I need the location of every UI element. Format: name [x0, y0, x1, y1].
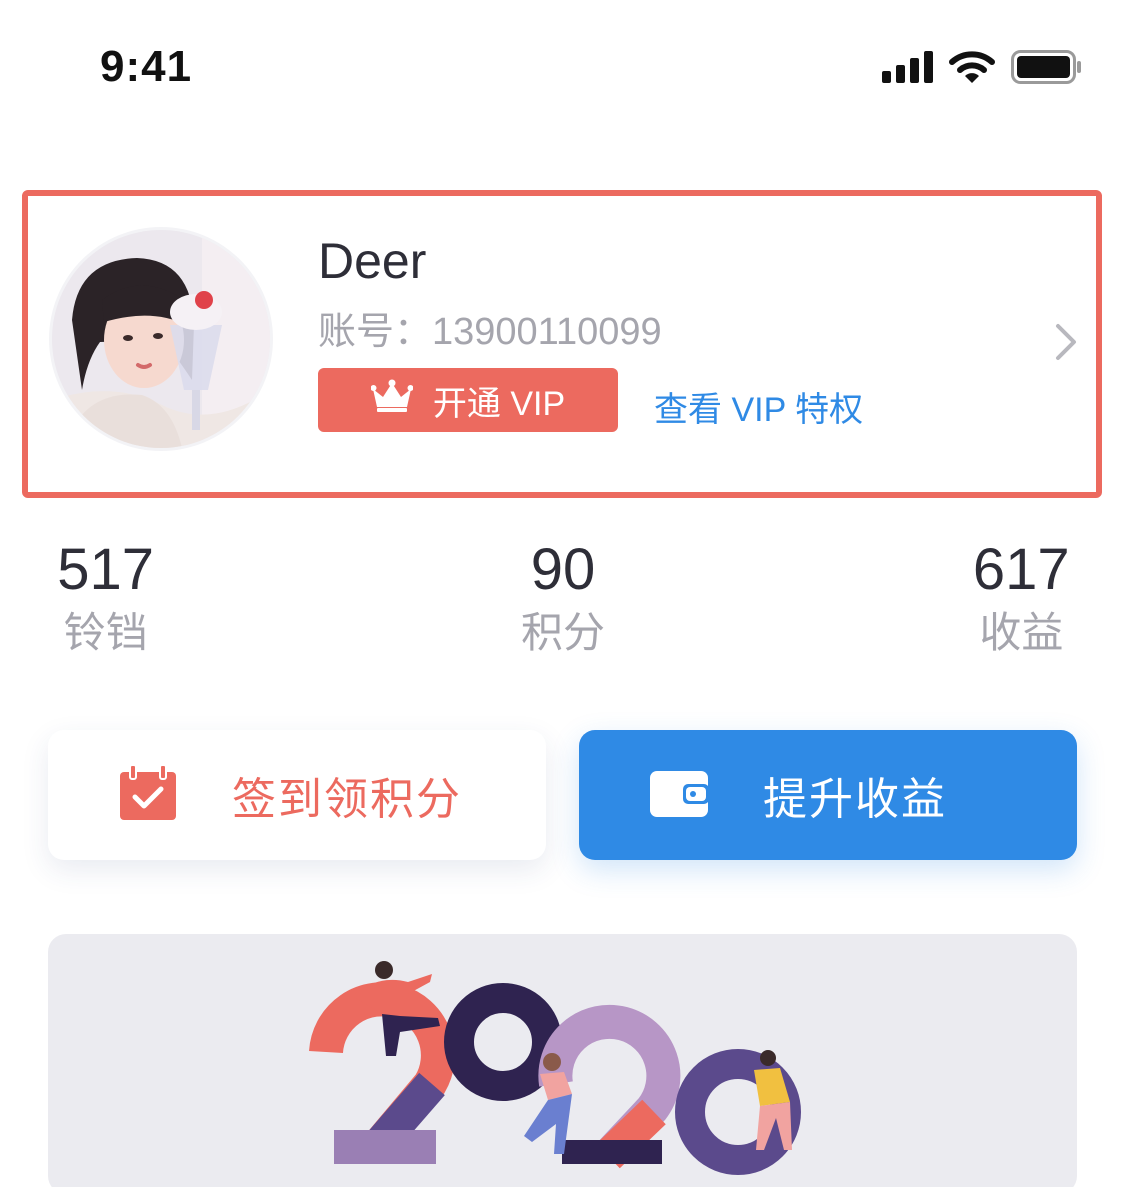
stat-points[interactable]: 90 积分	[391, 538, 734, 664]
banner-illustration	[309, 961, 801, 1175]
crown-icon	[370, 379, 414, 422]
increase-earnings-button[interactable]: 提升收益	[579, 730, 1077, 860]
stat-value: 517	[57, 537, 155, 602]
calendar-check-icon	[118, 764, 178, 826]
stat-label: 铃铛	[63, 608, 148, 657]
promo-banner-2020[interactable]	[48, 934, 1077, 1187]
stat-value: 90	[530, 537, 596, 602]
profile-card[interactable]: Deer 账号：13900110099 开通 VIP 查看 VIP 特权	[22, 190, 1102, 498]
cellular-signal-icon	[882, 51, 933, 83]
wallet-icon	[649, 767, 709, 823]
account-info: 账号：13900110099	[318, 300, 662, 355]
chevron-right-icon[interactable]	[1054, 322, 1078, 366]
stat-bells[interactable]: 517 铃铛	[0, 538, 277, 664]
open-vip-button[interactable]: 开通 VIP	[318, 368, 618, 432]
stats-row: 517 铃铛 90 积分 617 收益	[48, 538, 1078, 664]
checkin-label: 签到领积分	[232, 774, 462, 825]
stat-earnings[interactable]: 617 收益	[850, 538, 1125, 664]
open-vip-label: 开通 VIP	[432, 384, 566, 423]
stat-value: 617	[972, 537, 1070, 602]
avatar[interactable]	[52, 230, 270, 448]
stat-label: 收益	[979, 608, 1064, 657]
status-icons	[882, 50, 1083, 84]
battery-icon	[1011, 50, 1083, 84]
user-name: Deer	[318, 233, 427, 289]
account-label: 账号：	[318, 311, 433, 353]
status-time: 9:41	[100, 42, 193, 91]
view-vip-privileges-link[interactable]: 查看 VIP 特权	[654, 382, 863, 431]
increase-earnings-label: 提升收益	[763, 774, 947, 825]
stat-label: 积分	[520, 608, 605, 657]
wifi-icon	[949, 50, 995, 84]
account-number: 13900110099	[432, 311, 662, 353]
checkin-button[interactable]: 签到领积分	[48, 730, 546, 860]
